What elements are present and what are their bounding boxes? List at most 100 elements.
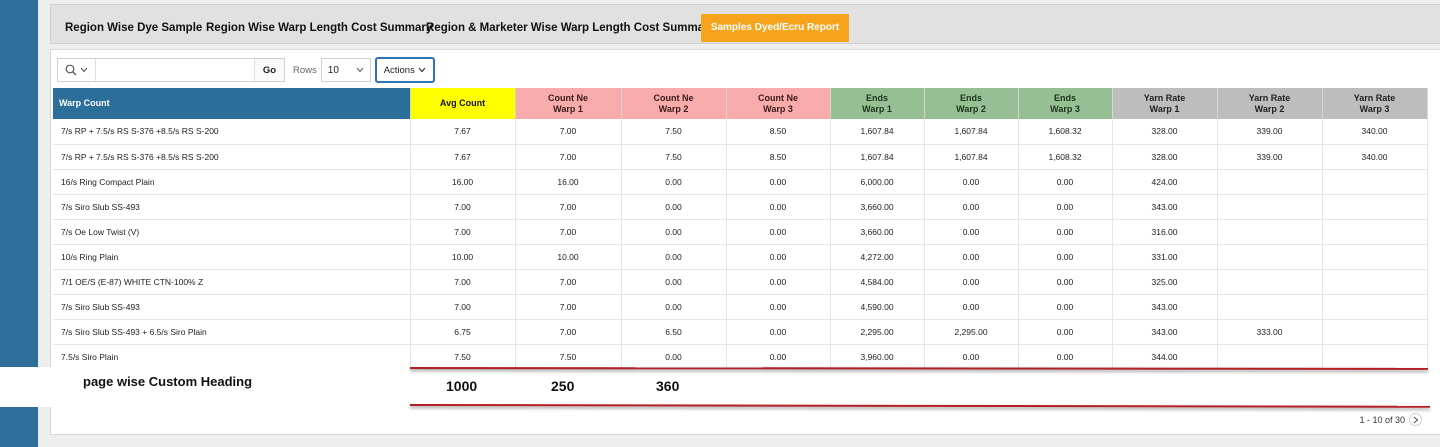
col-header-yarn-rate-warp-3[interactable]: Yarn Rate Warp 3 bbox=[1322, 88, 1428, 119]
cell-warp-count: 7/s Oe Low Twist (V) bbox=[53, 219, 411, 245]
tab-region-wise-warp-length-cost-summary[interactable]: Region Wise Warp Length Cost Summary bbox=[198, 14, 440, 42]
cell-ends-warp-2: 0.00 bbox=[924, 169, 1019, 195]
table-body: 7/s RP + 7.5/s RS S-376 +8.5/s RS S-200 7… bbox=[53, 119, 1428, 370]
cell-yarn-rate-warp-2 bbox=[1217, 194, 1323, 220]
cell-yarn-rate-warp-3 bbox=[1322, 319, 1428, 345]
cell-yarn-rate-warp-1: 344.00 bbox=[1112, 344, 1218, 370]
table-header-row: Warp Count Avg Count Count Ne Warp 1 Coun… bbox=[53, 88, 1428, 119]
next-page-button[interactable] bbox=[1409, 413, 1422, 426]
go-button[interactable]: Go bbox=[254, 59, 284, 81]
cell-warp-count: 7/s RP + 7.5/s RS S-376 +8.5/s RS S-200 bbox=[53, 119, 411, 145]
cell-count-ne-warp-1: 7.00 bbox=[515, 119, 622, 145]
cell-count-ne-warp-1: 7.00 bbox=[515, 294, 622, 320]
cell-count-ne-warp-2: 0.00 bbox=[621, 169, 727, 195]
cell-count-ne-warp-3: 0.00 bbox=[726, 269, 831, 295]
tab-samples-dyed-ecru-report[interactable]: Samples Dyed/Ecru Report bbox=[701, 14, 849, 42]
cell-ends-warp-1: 4,272.00 bbox=[830, 244, 925, 270]
rows-per-page-select[interactable]: 10 bbox=[320, 58, 371, 82]
chevron-down-icon bbox=[418, 67, 426, 73]
cell-avg-count: 7.00 bbox=[410, 269, 516, 295]
search-input[interactable] bbox=[96, 59, 254, 81]
cell-count-ne-warp-2: 0.00 bbox=[621, 344, 727, 370]
search-bar: Go bbox=[57, 58, 285, 82]
cell-count-ne-warp-1: 7.00 bbox=[515, 319, 622, 345]
search-icon bbox=[65, 64, 77, 76]
cell-yarn-rate-warp-2 bbox=[1217, 244, 1323, 270]
cell-count-ne-warp-3: 8.50 bbox=[726, 144, 831, 170]
cell-count-ne-warp-1: 7.00 bbox=[515, 194, 622, 220]
col-header-count-ne-warp-1[interactable]: Count Ne Warp 1 bbox=[515, 88, 622, 119]
cell-yarn-rate-warp-3 bbox=[1322, 194, 1428, 220]
cell-yarn-rate-warp-2: 333.00 bbox=[1217, 319, 1323, 345]
col-header-warp-count[interactable]: Warp Count bbox=[53, 88, 411, 119]
report-toolbar: Go Rows 10 Actions bbox=[57, 56, 435, 84]
rows-label: Rows bbox=[293, 64, 317, 76]
cell-ends-warp-3: 0.00 bbox=[1018, 344, 1113, 370]
cell-count-ne-warp-3: 8.50 bbox=[726, 119, 831, 145]
search-column-toggle[interactable] bbox=[58, 59, 96, 81]
cell-ends-warp-3: 1,608.32 bbox=[1018, 119, 1113, 145]
table-row: 7/s Siro Slub SS-493 + 6.5/s Siro Plain 6… bbox=[53, 319, 1428, 345]
col-header-count-ne-warp-2[interactable]: Count Ne Warp 2 bbox=[621, 88, 727, 119]
custom-heading: page wise Custom Heading bbox=[83, 374, 253, 389]
cell-yarn-rate-warp-3 bbox=[1322, 219, 1428, 245]
col-header-yarn-rate-warp-2[interactable]: Yarn Rate Warp 2 bbox=[1217, 88, 1323, 119]
cell-yarn-rate-warp-2 bbox=[1217, 294, 1323, 320]
cell-count-ne-warp-2: 7.50 bbox=[621, 144, 727, 170]
cell-count-ne-warp-1: 16.00 bbox=[515, 169, 622, 195]
cell-yarn-rate-warp-3 bbox=[1322, 344, 1428, 370]
table-row: 7/s Oe Low Twist (V) 7.00 7.00 0.00 0.00 3,66… bbox=[53, 219, 1428, 245]
cell-avg-count: 16.00 bbox=[410, 169, 516, 195]
col-header-ends-warp-2[interactable]: Ends Warp 2 bbox=[924, 88, 1019, 119]
rows-value: 10 bbox=[327, 64, 339, 76]
cell-yarn-rate-warp-3 bbox=[1322, 244, 1428, 270]
cell-avg-count: 7.67 bbox=[410, 144, 516, 170]
cell-ends-warp-3: 0.00 bbox=[1018, 169, 1113, 195]
table-row: 16/s Ring Compact Plain 16.00 16.00 0.00 0.0… bbox=[53, 169, 1428, 195]
col-header-avg-count[interactable]: Avg Count bbox=[410, 88, 516, 119]
col-header-yarn-rate-warp-1[interactable]: Yarn Rate Warp 1 bbox=[1112, 88, 1218, 119]
cell-count-ne-warp-1: 7.00 bbox=[515, 269, 622, 295]
cell-ends-warp-2: 0.00 bbox=[924, 219, 1019, 245]
cell-yarn-rate-warp-3: 340.00 bbox=[1322, 144, 1428, 170]
cell-ends-warp-3: 0.00 bbox=[1018, 294, 1113, 320]
col-header-ends-warp-1[interactable]: Ends Warp 1 bbox=[830, 88, 925, 119]
cell-ends-warp-3: 1,608.32 bbox=[1018, 144, 1113, 170]
custom-total-count-ne-warp-2: 360 bbox=[656, 378, 680, 394]
cell-yarn-rate-warp-2: 339.00 bbox=[1217, 144, 1323, 170]
cell-warp-count: 7/1 OE/S (E-87) WHITE CTN-100% Z bbox=[53, 269, 411, 295]
cell-ends-warp-1: 1,607.84 bbox=[830, 119, 925, 145]
tab-region-wise-dye-sample[interactable]: Region Wise Dye Sample bbox=[57, 14, 210, 42]
cell-ends-warp-1: 1,607.84 bbox=[830, 144, 925, 170]
cell-warp-count: 7/s RP + 7.5/s RS S-376 +8.5/s RS S-200 bbox=[53, 144, 411, 170]
cell-ends-warp-3: 0.00 bbox=[1018, 319, 1113, 345]
cell-ends-warp-3: 0.00 bbox=[1018, 194, 1113, 220]
custom-total-count-ne-warp-1: 250 bbox=[551, 378, 575, 394]
chevron-right-icon bbox=[1413, 416, 1418, 423]
col-header-count-ne-warp-3[interactable]: Count Ne Warp 3 bbox=[726, 88, 831, 119]
cell-yarn-rate-warp-3: 340.00 bbox=[1322, 119, 1428, 145]
cell-yarn-rate-warp-2 bbox=[1217, 344, 1323, 370]
cell-count-ne-warp-1: 7.50 bbox=[515, 344, 622, 370]
cell-warp-count: 7.5/s Siro Plain bbox=[53, 344, 411, 370]
tab-region-marketer-warp-length-cost-summary[interactable]: Region & Marketer Wise Warp Length Cost … bbox=[418, 14, 723, 42]
cell-ends-warp-1: 4,590.00 bbox=[830, 294, 925, 320]
cell-ends-warp-2: 2,295.00 bbox=[924, 319, 1019, 345]
cell-count-ne-warp-3: 0.00 bbox=[726, 319, 831, 345]
cell-yarn-rate-warp-1: 343.00 bbox=[1112, 194, 1218, 220]
report-table: Warp Count Avg Count Count Ne Warp 1 Coun… bbox=[53, 88, 1428, 370]
cell-count-ne-warp-1: 7.00 bbox=[515, 144, 622, 170]
cell-yarn-rate-warp-1: 328.00 bbox=[1112, 119, 1218, 145]
cell-count-ne-warp-2: 0.00 bbox=[621, 269, 727, 295]
cell-warp-count: 16/s Ring Compact Plain bbox=[53, 169, 411, 195]
cell-count-ne-warp-2: 0.00 bbox=[621, 219, 727, 245]
custom-total-avg-count: 1000 bbox=[446, 378, 478, 394]
cell-ends-warp-1: 3,660.00 bbox=[830, 194, 925, 220]
cell-yarn-rate-warp-2 bbox=[1217, 169, 1323, 195]
cell-yarn-rate-warp-1: 325.00 bbox=[1112, 269, 1218, 295]
col-header-ends-warp-3[interactable]: Ends Warp 3 bbox=[1018, 88, 1113, 119]
actions-menu-button[interactable]: Actions bbox=[374, 57, 435, 83]
cell-yarn-rate-warp-1: 424.00 bbox=[1112, 169, 1218, 195]
table-row: 10/s Ring Plain 10.00 10.00 0.00 0.00 4,272.0… bbox=[53, 244, 1428, 270]
cell-warp-count: 7/s Siro Slub SS-493 + 6.5/s Siro Plain bbox=[53, 319, 411, 345]
